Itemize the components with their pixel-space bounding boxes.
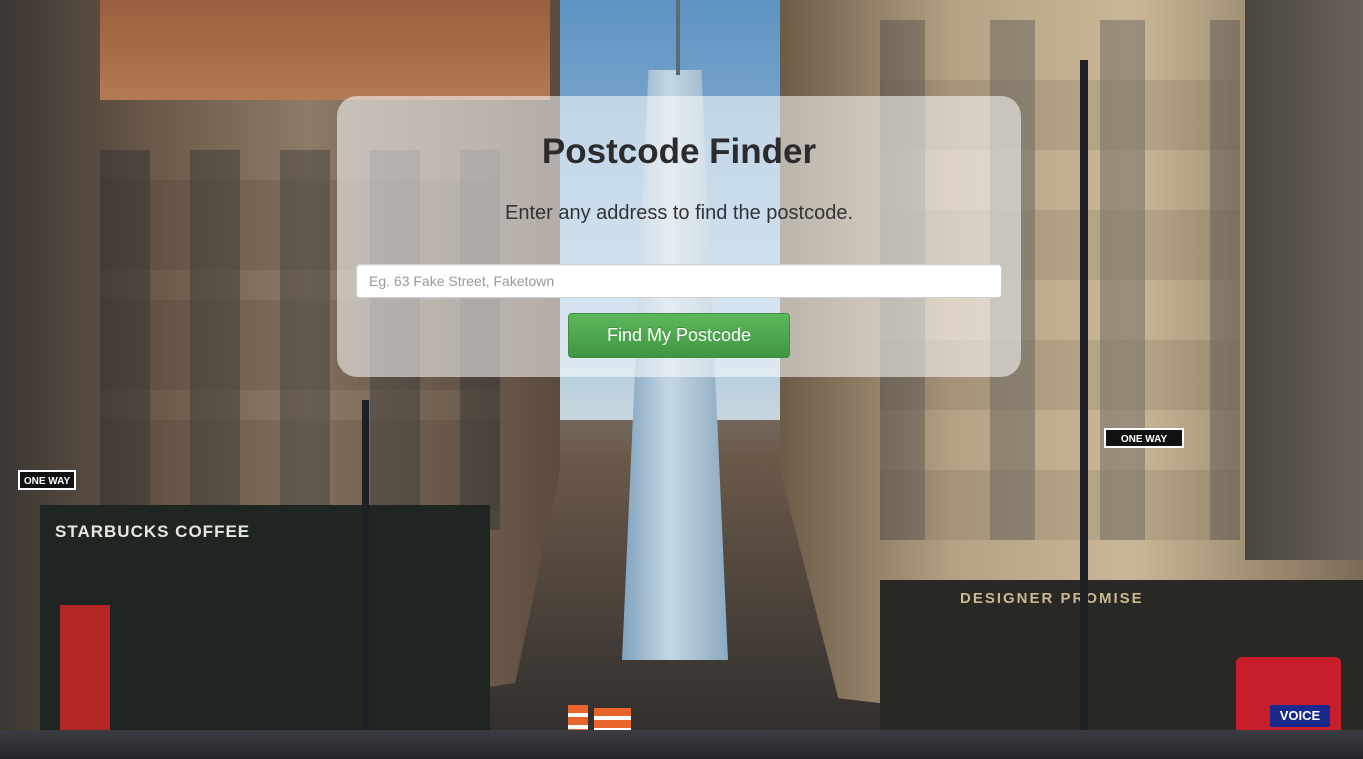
address-input[interactable] bbox=[356, 264, 1002, 298]
find-postcode-button[interactable]: Find My Postcode bbox=[568, 313, 790, 358]
postcode-finder-card: Postcode Finder Enter any address to fin… bbox=[337, 96, 1021, 377]
one-way-sign: ONE WAY bbox=[18, 470, 76, 490]
left-building-brick bbox=[100, 0, 550, 100]
far-right-building bbox=[1245, 0, 1363, 560]
lamp-post-left bbox=[362, 400, 369, 750]
one-way-sign: ONE WAY bbox=[1104, 428, 1184, 448]
red-box-label: VOICE bbox=[1270, 705, 1330, 727]
page-title: Postcode Finder bbox=[541, 132, 817, 171]
tower-spire bbox=[676, 0, 680, 75]
store-sign-right: DESIGNER PROMISE bbox=[960, 590, 1144, 607]
store-sign-left: STARBUCKS COFFEE bbox=[55, 522, 251, 541]
page-subtitle: Enter any address to find the postcode. bbox=[505, 202, 853, 224]
lamp-post-right bbox=[1080, 60, 1088, 759]
street bbox=[0, 730, 1363, 759]
